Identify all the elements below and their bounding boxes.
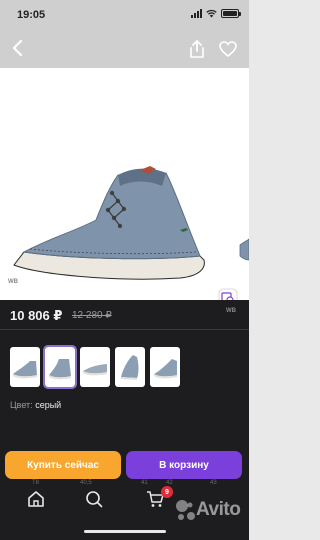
thumbnail-image xyxy=(121,355,139,380)
thumbnail[interactable] xyxy=(80,347,110,387)
avito-logo-text: Avito xyxy=(196,499,241,520)
thumbnail[interactable] xyxy=(10,347,40,387)
gallery-header xyxy=(0,28,249,68)
thumbnail[interactable] xyxy=(150,347,180,387)
share-icon[interactable] xyxy=(188,39,206,59)
color-value: серый xyxy=(35,400,62,410)
status-bar: 19:05 xyxy=(0,0,249,28)
product-photo xyxy=(13,166,249,280)
heart-icon[interactable] xyxy=(219,41,237,57)
status-icons xyxy=(191,9,241,18)
price-old: 12 280 ₽ xyxy=(72,310,112,321)
add-to-cart-button[interactable]: В корзину xyxy=(126,451,242,479)
thumbnail-image xyxy=(49,359,71,380)
status-time: 19:05 xyxy=(17,9,46,21)
thumbnail-image xyxy=(83,364,107,376)
color-label: Цвет: xyxy=(10,400,33,410)
size-ghost: 43 xyxy=(210,480,217,486)
price-current: 10 806 ₽ xyxy=(10,308,63,323)
thumbnail[interactable] xyxy=(115,347,145,387)
watermark: WB xyxy=(8,279,18,285)
search-icon[interactable] xyxy=(84,489,104,509)
thumbnail-selected[interactable] xyxy=(43,345,77,389)
size-ghost: Т8 xyxy=(32,480,40,486)
chevron-left-icon[interactable] xyxy=(8,38,28,58)
battery-icon xyxy=(221,9,241,18)
home-indicator xyxy=(84,530,166,533)
button-edge xyxy=(242,451,249,479)
signal-icon xyxy=(191,9,202,18)
size-ghost: 40,5 xyxy=(80,480,92,486)
watermark-secondary: WB xyxy=(226,308,236,314)
color-attribute: Цвет: серый xyxy=(10,400,61,410)
home-icon[interactable] xyxy=(26,489,46,509)
buy-now-button[interactable]: Купить сейчас xyxy=(5,451,121,479)
divider xyxy=(0,329,249,330)
size-ghost: 41 xyxy=(141,480,148,486)
wifi-icon xyxy=(206,9,217,18)
thumbnail-image xyxy=(154,359,177,379)
thumbnail-image xyxy=(13,361,37,379)
